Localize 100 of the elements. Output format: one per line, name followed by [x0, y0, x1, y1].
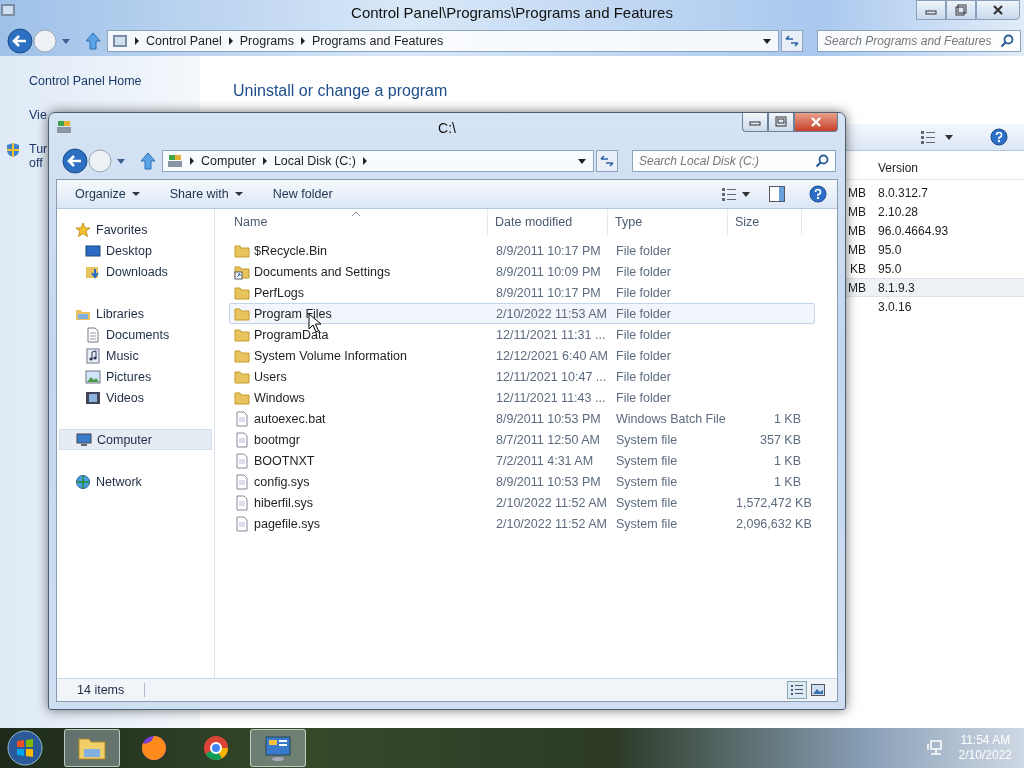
close-button[interactable]	[794, 113, 838, 132]
search-field[interactable]: Search Programs and Features	[817, 30, 1021, 52]
sidebar-link[interactable]: Control Panel Home	[29, 74, 142, 88]
nav-item[interactable]: Music	[59, 345, 212, 366]
program-row[interactable]: KB 95.0	[846, 259, 1024, 278]
date-cell-text: 7/2/2011 4:31 AM	[495, 453, 595, 468]
search-field[interactable]: Search Local Disk (C:)	[632, 150, 836, 172]
up-arrow-icon[interactable]	[85, 32, 101, 50]
file-row[interactable]: ProgramData 12/11/2021 11:31 ... File folder	[229, 324, 815, 345]
drive-icon	[167, 153, 183, 169]
thumbnail-view-icon[interactable]	[811, 684, 825, 696]
file-row[interactable]: System Volume Information 12/12/2021 6:40 AM File folder	[229, 345, 815, 366]
breadcrumb-item[interactable]: Programs	[239, 34, 294, 48]
size-cell: MB	[848, 204, 866, 219]
sidebar-link[interactable]: Tur	[29, 142, 48, 156]
folder-icon	[234, 305, 250, 322]
program-row[interactable]: 3.0.16	[846, 297, 1024, 316]
taskbar-button[interactable]	[250, 729, 306, 767]
program-row[interactable]: MB 95.0	[846, 240, 1024, 259]
file-row[interactable]: Users 12/11/2021 10:47 ... File folder	[229, 366, 815, 387]
address-bar[interactable]: Control Panel Programs Programs and Features	[107, 30, 779, 52]
close-icon	[992, 4, 1004, 16]
help-icon[interactable]	[990, 128, 1008, 146]
start-button[interactable]	[6, 729, 44, 767]
sidebar-link[interactable]: off	[29, 156, 48, 170]
toolbar-button[interactable]: Organize	[67, 184, 148, 204]
breadcrumb-item[interactable]: Control Panel	[146, 34, 222, 48]
column-header[interactable]: Name	[217, 209, 488, 235]
toolbar-button[interactable]: New folder	[264, 184, 341, 204]
nav-item[interactable]: Documents	[59, 324, 212, 345]
maximize-button[interactable]	[768, 113, 794, 132]
clock-time: 11:54 AM	[960, 733, 1011, 748]
caret-icon[interactable]	[741, 190, 751, 198]
refresh-button[interactable]	[781, 30, 803, 52]
address-bar[interactable]: Computer Local Disk (C:)	[162, 150, 594, 172]
minimize-button[interactable]	[916, 0, 946, 20]
nav-item[interactable]: Downloads	[59, 261, 212, 282]
help-icon[interactable]	[809, 185, 827, 203]
date-cell-text: 8/9/2011 10:53 PM	[495, 474, 602, 489]
version-cell-text: 96.0.4664.93	[877, 223, 950, 238]
breadcrumb-item[interactable]: Computer	[201, 154, 256, 168]
column-header[interactable]: Version	[870, 161, 990, 175]
chevron-icon[interactable]	[227, 37, 234, 45]
program-row[interactable]: MB 8.1.9.3	[846, 278, 1024, 297]
back-button[interactable]	[7, 28, 33, 54]
caret-icon[interactable]	[577, 157, 587, 165]
sidebar-link[interactable]: Vie	[29, 108, 47, 122]
restore-button[interactable]	[946, 0, 976, 20]
caret-icon[interactable]	[762, 37, 772, 45]
up-arrow-icon[interactable]	[140, 152, 156, 170]
desktop-icon	[85, 242, 101, 259]
back-button[interactable]	[62, 148, 88, 174]
breadcrumb-item[interactable]: Local Disk (C:)	[273, 154, 356, 168]
network-icon	[75, 473, 91, 490]
nav-item[interactable]: Favorites	[59, 219, 212, 240]
column-header[interactable]: Type	[608, 209, 728, 235]
file-row[interactable]: pagefile.sys 2/10/2022 11:52 AM System file 2,096,632 KB	[229, 513, 815, 534]
file-row[interactable]: BOOTNXT 7/2/2011 4:31 AM System file 1 KB	[229, 450, 815, 471]
file-row[interactable]: autoexec.bat 8/9/2011 10:53 PM Windows Batch File 1 KB	[229, 408, 815, 429]
nav-item[interactable]: Videos	[59, 387, 212, 408]
file-row[interactable]: Windows 12/11/2021 11:43 ... File folder	[229, 387, 815, 408]
version-cell-text: 95.0	[877, 242, 903, 257]
close-button[interactable]	[976, 0, 1020, 20]
caret-icon	[234, 191, 243, 197]
file-row[interactable]: config.sys 8/9/2011 10:53 PM System file 1 KB	[229, 471, 815, 492]
view-icon[interactable]	[721, 187, 737, 201]
file-row[interactable]: Documents and Settings 8/9/2011 10:09 PM File folder	[229, 261, 815, 282]
nav-item[interactable]: Computer	[59, 429, 212, 450]
refresh-button[interactable]	[596, 150, 618, 172]
column-header[interactable]: Date modified	[488, 209, 608, 235]
file-row[interactable]: Program Files 2/10/2022 11:53 AM File folder	[229, 303, 815, 324]
file-row[interactable]: bootmgr 8/7/2011 12:50 AM System file 357 KB	[229, 429, 815, 450]
toolbar-button[interactable]: Share with	[161, 184, 251, 204]
caret-icon[interactable]	[944, 133, 954, 141]
nav-item[interactable]: Network	[59, 471, 212, 492]
size-cell: 2,096,632 KB	[736, 516, 812, 531]
chevron-icon[interactable]	[299, 37, 306, 45]
program-row[interactable]: MB 8.0.312.7	[846, 183, 1024, 202]
chevron-icon[interactable]	[134, 37, 140, 45]
history-caret-icon[interactable]	[61, 36, 71, 46]
chevron-icon[interactable]	[189, 157, 195, 165]
column-header[interactable]: Size	[728, 209, 802, 235]
file-row[interactable]: $Recycle.Bin 8/9/2011 10:17 PM File folder	[229, 240, 815, 261]
minimize-button[interactable]	[742, 113, 768, 132]
nav-item[interactable]: Pictures	[59, 366, 212, 387]
file-row[interactable]: PerfLogs 8/9/2011 10:17 PM File folder	[229, 282, 815, 303]
view-icon[interactable]	[920, 130, 936, 144]
size-cell: 1 KB	[773, 474, 801, 489]
chevron-icon[interactable]	[361, 157, 368, 165]
history-caret-icon[interactable]	[116, 156, 126, 166]
program-row[interactable]: MB 96.0.4664.93	[846, 221, 1024, 240]
file-row[interactable]: hiberfil.sys 2/10/2022 11:52 AM System file 1,572,472 KB	[229, 492, 815, 513]
date-cell-text: 12/11/2021 11:43 ...	[495, 390, 607, 405]
program-row[interactable]: MB 2.10.28	[846, 202, 1024, 221]
nav-item[interactable]: Desktop	[59, 240, 212, 261]
nav-item[interactable]: Libraries	[59, 303, 212, 324]
details-view-icon[interactable]	[787, 681, 807, 699]
preview-pane-icon[interactable]	[769, 186, 785, 202]
breadcrumb-item[interactable]: Programs and Features	[311, 34, 444, 48]
chevron-icon[interactable]	[261, 157, 268, 165]
